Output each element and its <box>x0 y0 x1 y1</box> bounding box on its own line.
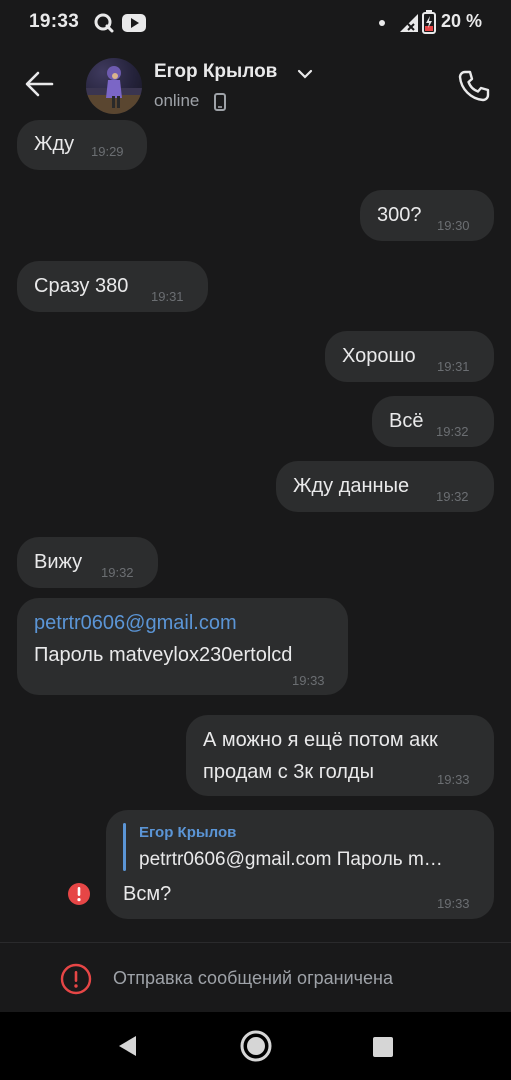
email-link[interactable]: petrtr0606@gmail.com <box>34 612 237 635</box>
message-time: 19:31 <box>151 289 184 304</box>
status-bar: 19:33 20 % <box>0 0 511 46</box>
message-incoming[interactable]: Вижу 19:32 <box>17 537 158 588</box>
message-time: 19:32 <box>436 489 469 504</box>
phone-call-icon[interactable] <box>456 68 492 104</box>
message-incoming[interactable]: Сразу 380 19:31 <box>17 261 208 312</box>
message-text: Жду <box>34 133 75 155</box>
message-outgoing[interactable]: Хорошо 19:31 <box>325 331 494 382</box>
warning-icon <box>60 963 92 995</box>
message-outgoing[interactable]: Жду данные 19:32 <box>276 461 494 512</box>
message-text: Жду данные <box>293 475 410 497</box>
q-app-icon <box>94 13 114 33</box>
reply-bar <box>123 823 126 871</box>
battery-percent: 20 % <box>441 11 483 31</box>
restricted-text: Отправка сообщений ограничена <box>113 968 393 988</box>
chevron-down-icon[interactable] <box>297 68 313 80</box>
message-text: Вижу <box>34 551 83 573</box>
message-text: Сразу 380 <box>34 275 129 297</box>
nav-home-icon[interactable] <box>239 1029 273 1063</box>
message-outgoing[interactable]: 300? 19:30 <box>360 190 494 241</box>
message-text: 300? <box>377 204 422 226</box>
signal-icon <box>400 14 418 32</box>
reply-quote: petrtr0606@gmail.com Пароль m… <box>139 849 443 870</box>
message-incoming[interactable]: petrtr0606@gmail.com Пароль matveylox230… <box>17 598 348 695</box>
nav-back-icon[interactable] <box>116 1034 138 1058</box>
message-time: 19:30 <box>437 218 470 233</box>
chat-header: Егор Крылов online <box>0 46 511 124</box>
message-time: 19:31 <box>437 359 470 374</box>
message-text: Всё <box>389 410 424 432</box>
message-outgoing[interactable]: Всё 19:32 <box>372 396 494 447</box>
reply-author: Егор Крылов <box>139 824 237 841</box>
status-time: 19:33 <box>29 11 80 32</box>
nav-recents-icon[interactable] <box>372 1036 394 1058</box>
message-time: 19:32 <box>101 565 134 580</box>
message-outgoing-reply[interactable]: Егор Крылов petrtr0606@gmail.com Пароль … <box>106 810 494 919</box>
chat-title[interactable]: Егор Крылов <box>154 61 277 83</box>
battery-icon <box>422 10 436 34</box>
message-text: Хорошо <box>342 345 416 367</box>
message-time: 19:33 <box>437 772 470 787</box>
system-nav-bar <box>0 1012 511 1080</box>
message-text: Пароль matveylox230ertolcd <box>34 644 293 666</box>
avatar[interactable] <box>86 58 142 114</box>
message-list[interactable]: Жду 19:29 300? 19:30 Сразу 380 19:31 Хор… <box>0 120 511 942</box>
message-incoming[interactable]: Жду 19:29 <box>17 120 147 170</box>
notification-dot-icon <box>379 20 385 26</box>
mobile-device-icon <box>214 93 226 111</box>
avatar-photo <box>86 66 142 114</box>
message-outgoing[interactable]: А можно я ещё потом акк продам с 3к голд… <box>186 715 494 796</box>
message-text-line: А можно я ещё потом акк <box>203 729 438 751</box>
message-time: 19:29 <box>91 144 124 159</box>
message-time: 19:33 <box>292 673 325 688</box>
message-time: 19:33 <box>437 896 470 911</box>
youtube-icon <box>122 14 146 32</box>
back-arrow-icon[interactable] <box>22 68 58 100</box>
restricted-bar: Отправка сообщений ограничена <box>0 942 511 1013</box>
error-icon[interactable] <box>67 882 91 906</box>
message-text-line: продам с 3к голды <box>203 761 374 783</box>
message-text: Всм? <box>123 883 172 905</box>
chat-status: online <box>154 91 200 110</box>
message-time: 19:32 <box>436 424 469 439</box>
